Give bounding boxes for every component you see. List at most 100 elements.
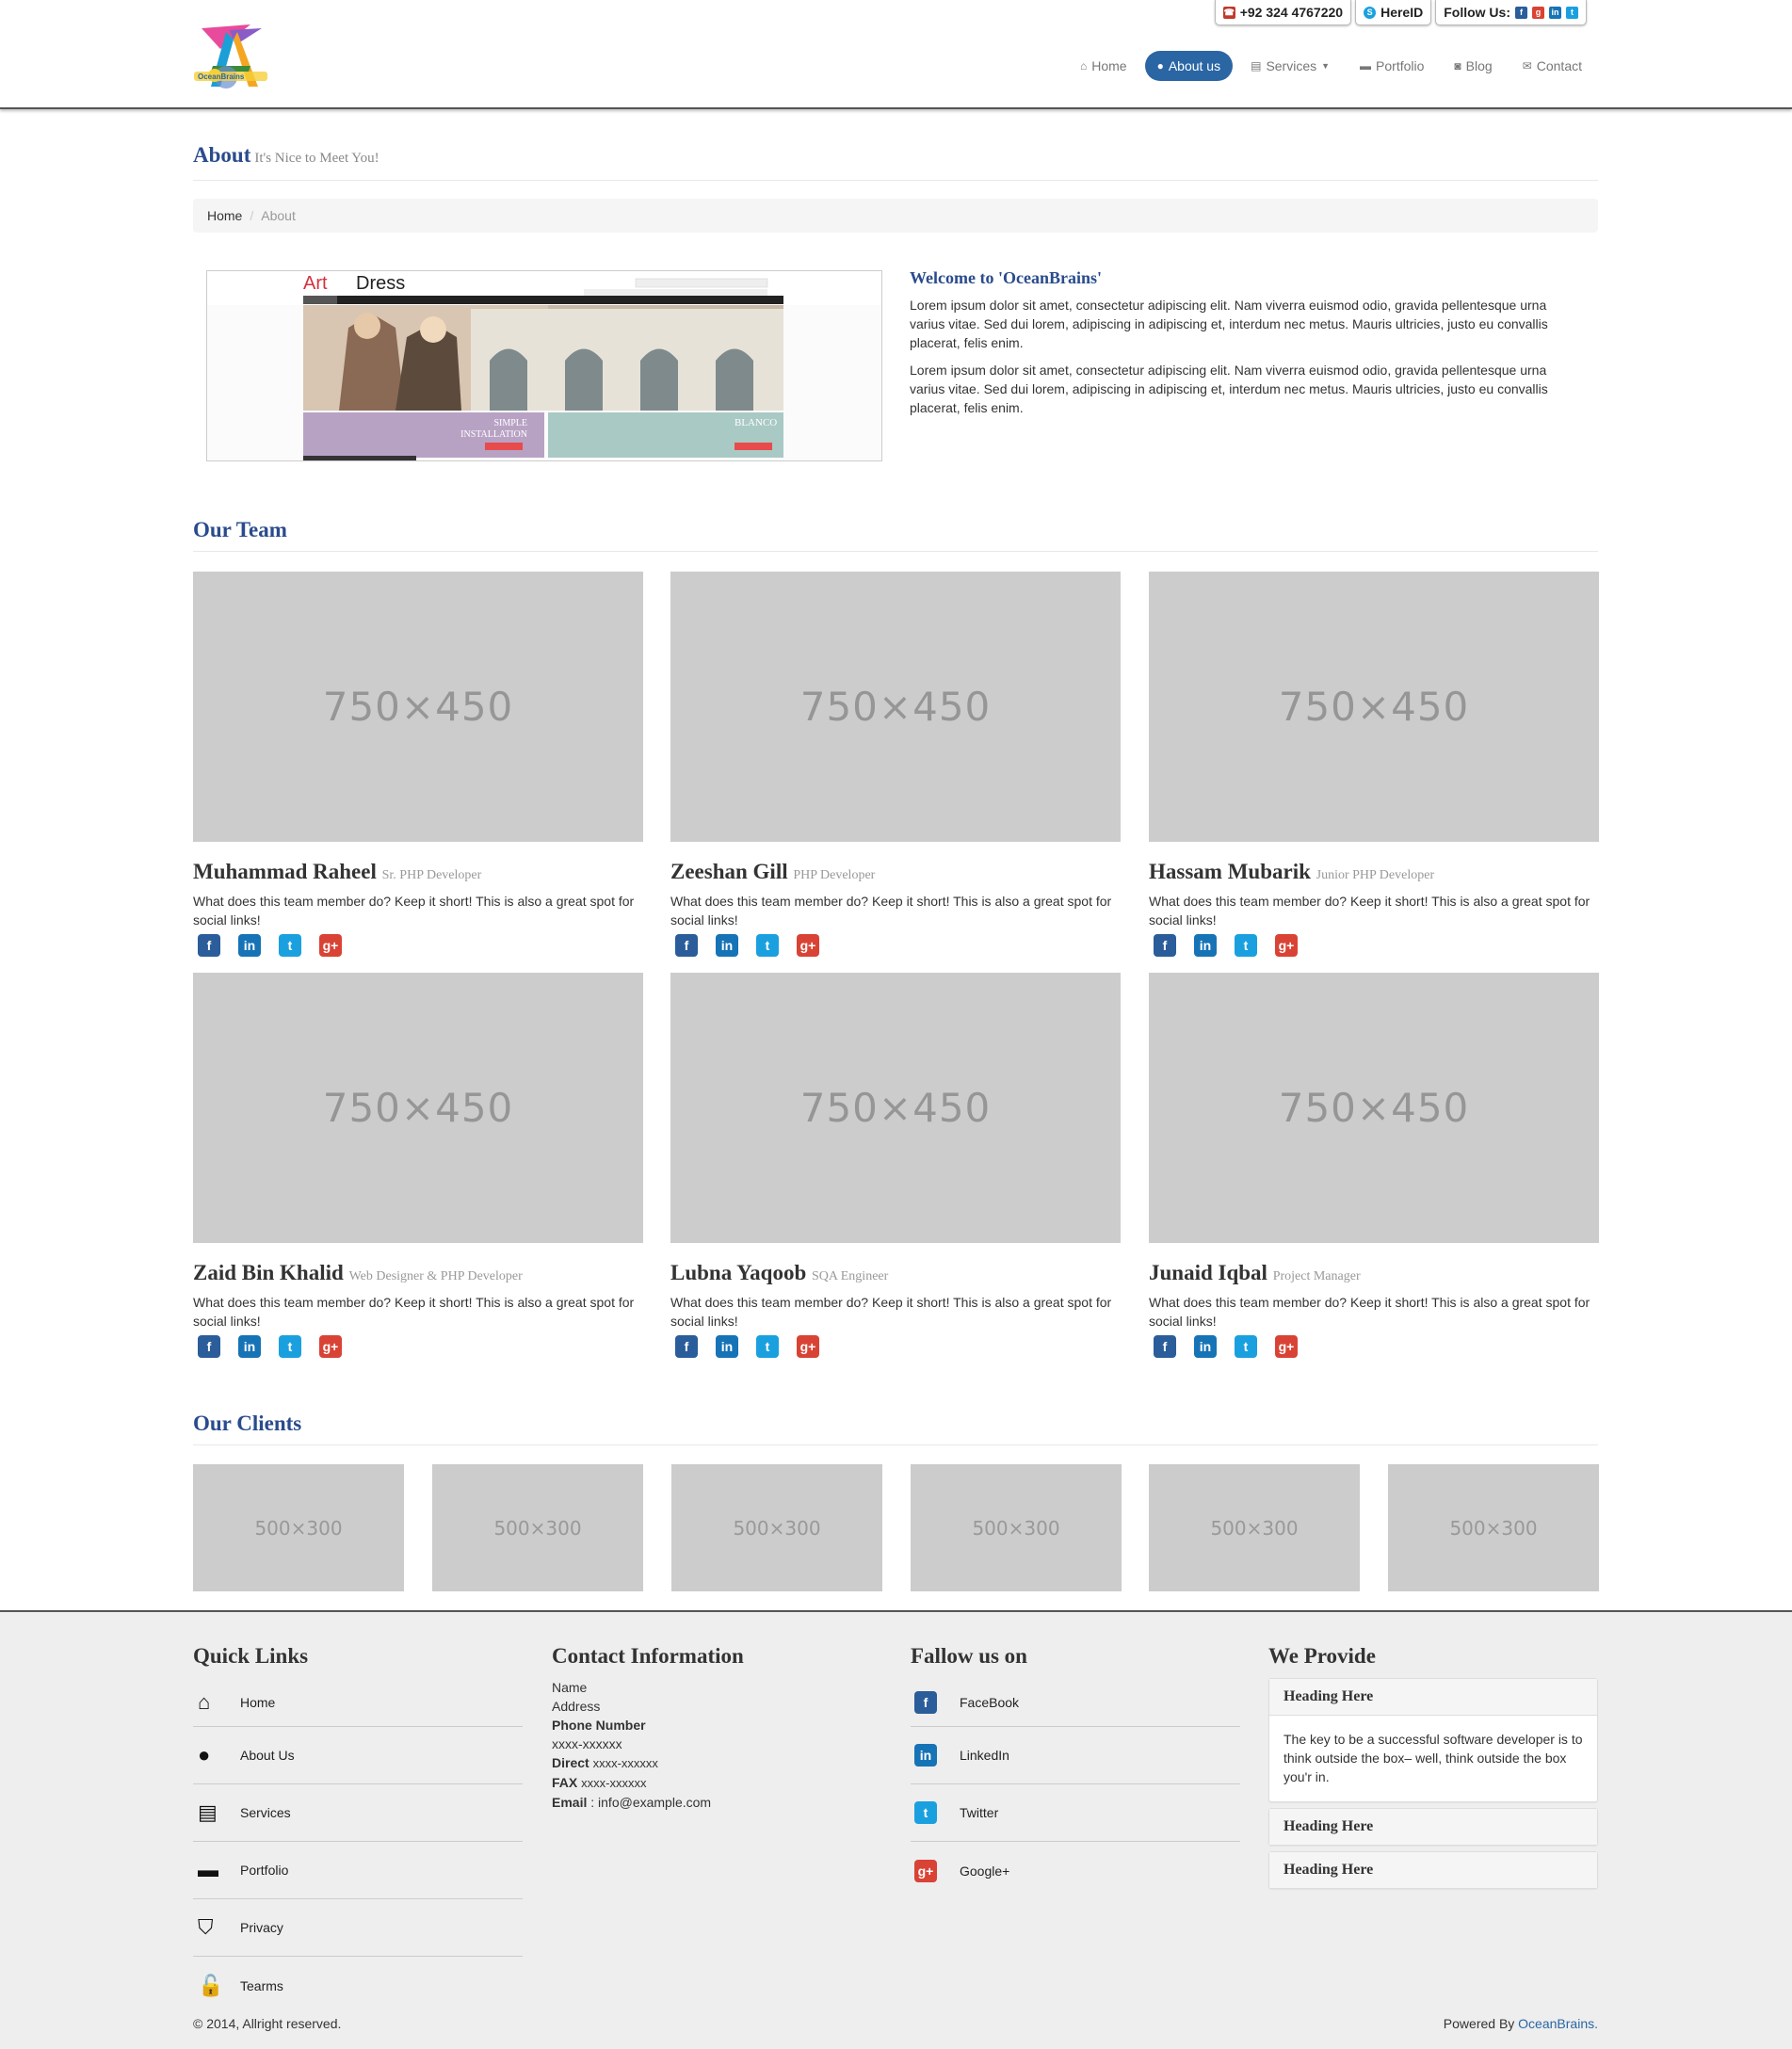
linkedin-icon[interactable]: in: [1549, 6, 1561, 19]
quick-link-portfolio[interactable]: ▬ Portfolio: [193, 1842, 523, 1899]
quick-link-label: Tearms: [240, 1977, 283, 1993]
client-logo[interactable]: 500×300: [432, 1464, 643, 1591]
facebook-icon[interactable]: f: [675, 934, 698, 957]
quick-link-tearms[interactable]: 🔓 Tearms: [193, 1957, 523, 2014]
team-member-social: f in t g+: [1149, 934, 1599, 957]
accordion-heading[interactable]: Heading Here: [1269, 1852, 1597, 1888]
page-subtitle: It's Nice to Meet You!: [254, 151, 379, 166]
client-logo[interactable]: 500×300: [1149, 1464, 1360, 1591]
nav-label: Home: [1091, 58, 1127, 73]
google-plus-icon[interactable]: g: [1532, 6, 1544, 19]
book-icon: ▤: [198, 1800, 218, 1824]
nav-about-us[interactable]: ● About us: [1144, 51, 1234, 81]
member-name: Hassam Mubarik: [1149, 860, 1311, 883]
twitter-icon[interactable]: t: [756, 934, 779, 957]
accordion-heading[interactable]: Heading Here: [1269, 1679, 1597, 1715]
quick-link-home[interactable]: ⌂ Home: [193, 1678, 523, 1727]
client-logo[interactable]: 500×300: [671, 1464, 882, 1591]
linkedin-icon[interactable]: in: [1194, 934, 1217, 957]
logo[interactable]: OceanBrains: [192, 21, 269, 100]
team-member-description: What does this team member do? Keep it s…: [670, 1295, 1112, 1329]
quick-link-label: Privacy: [240, 1920, 283, 1935]
accordion-heading[interactable]: Heading Here: [1269, 1809, 1597, 1845]
showcase-tag-installation: INSTALLATION: [460, 429, 527, 440]
team-member-photo: 750×450: [1149, 572, 1599, 842]
page-title: About: [193, 143, 251, 167]
nav-portfolio[interactable]: ▬ Portfolio: [1348, 51, 1436, 81]
home-icon: ⌂: [1079, 59, 1088, 73]
showcase-brand-dress: Dress: [356, 273, 405, 294]
linkedin-icon[interactable]: in: [716, 1335, 738, 1358]
twitter-icon[interactable]: t: [279, 934, 301, 957]
team-member-photo: 750×450: [670, 572, 1121, 842]
team-member-photo: 750×450: [193, 973, 643, 1243]
phone-tab[interactable]: ☎ +92 324 4767220: [1214, 0, 1352, 25]
google-plus-icon[interactable]: g+: [797, 1335, 819, 1358]
quick-link-label: Portfolio: [240, 1863, 289, 1878]
facebook-icon[interactable]: f: [198, 934, 220, 957]
nav-home[interactable]: ⌂ Home: [1068, 51, 1139, 81]
nav-label: Blog: [1465, 58, 1493, 73]
facebook-icon[interactable]: f: [1154, 934, 1176, 957]
powered-by: Powered By OceanBrains.: [1444, 2016, 1598, 2031]
linkedin-icon[interactable]: in: [238, 934, 261, 957]
follow-linkedin[interactable]: in LinkedIn: [911, 1727, 1240, 1784]
nav-services[interactable]: ▤ Services ▼: [1238, 51, 1342, 81]
team-member-photo: 750×450: [670, 973, 1121, 1243]
follow-google-plus[interactable]: g+ Google+: [911, 1842, 1240, 1899]
nav-blog[interactable]: ◙ Blog: [1442, 51, 1504, 81]
team-section-title: Our Team: [193, 518, 1598, 552]
client-logo[interactable]: 500×300: [193, 1464, 404, 1591]
follow-facebook[interactable]: f FaceBook: [911, 1678, 1240, 1727]
skype-id: HereID: [1380, 5, 1424, 20]
accordion-panel: Heading Here The key to be a successful …: [1268, 1678, 1598, 1802]
team-member-photo: 750×450: [1149, 973, 1599, 1243]
client-logo[interactable]: 500×300: [911, 1464, 1122, 1591]
phone-icon: ☎: [1222, 6, 1235, 19]
powered-link[interactable]: OceanBrains.: [1518, 2016, 1598, 2031]
breadcrumb-home[interactable]: Home: [207, 208, 242, 223]
footer-follow: Fallow us on f FaceBook in LinkedIn t Tw…: [911, 1644, 1240, 1899]
team-member-description: What does this team member do? Keep it s…: [193, 894, 635, 928]
linkedin-icon[interactable]: in: [1194, 1335, 1217, 1358]
quick-link-about-us[interactable]: ● About Us: [193, 1727, 523, 1784]
linkedin-icon[interactable]: in: [716, 934, 738, 957]
facebook-icon[interactable]: f: [198, 1335, 220, 1358]
quick-link-label: Home: [240, 1694, 276, 1710]
facebook-icon[interactable]: f: [1515, 6, 1527, 19]
follow-label: Google+: [960, 1863, 1010, 1879]
team-member-card: 750×450 Hassam Mubarik Junior PHP Develo…: [1149, 572, 1599, 957]
accordion-body: The key to be a successful software deve…: [1269, 1715, 1597, 1801]
team-member-photo: 750×450: [193, 572, 643, 842]
twitter-icon[interactable]: t: [1235, 934, 1257, 957]
team-member-card: 750×450 Junaid Iqbal Project Manager Wha…: [1149, 973, 1599, 1358]
google-plus-icon[interactable]: g+: [319, 934, 342, 957]
contact-name: Name: [552, 1680, 588, 1695]
client-logo[interactable]: 500×300: [1388, 1464, 1599, 1591]
twitter-icon[interactable]: t: [279, 1335, 301, 1358]
contact-phone-value: xxxx-xxxxxx: [552, 1736, 622, 1751]
twitter-icon[interactable]: t: [1235, 1335, 1257, 1358]
google-plus-icon[interactable]: g+: [319, 1335, 342, 1358]
google-plus-icon[interactable]: g+: [1275, 934, 1298, 957]
follow-twitter[interactable]: t Twitter: [911, 1784, 1240, 1842]
email-value[interactable]: : info@example.com: [587, 1795, 711, 1810]
nav-contact[interactable]: ✉ Contact: [1510, 51, 1594, 81]
twitter-icon[interactable]: t: [756, 1335, 779, 1358]
quick-link-services[interactable]: ▤ Services: [193, 1784, 523, 1842]
fax-label: FAX: [552, 1775, 578, 1790]
twitter-icon[interactable]: t: [1566, 6, 1578, 19]
quick-link-label: About Us: [240, 1748, 295, 1763]
quick-link-privacy[interactable]: ⛉ Privacy: [193, 1899, 523, 1957]
contact-phone-label: Phone Number: [552, 1716, 744, 1734]
follow-label: Twitter: [960, 1805, 999, 1820]
skype-tab[interactable]: S HereID: [1355, 0, 1432, 25]
facebook-icon[interactable]: f: [1154, 1335, 1176, 1358]
facebook-icon[interactable]: f: [675, 1335, 698, 1358]
quick-links-title: Quick Links: [193, 1644, 309, 1668]
google-plus-icon[interactable]: g+: [797, 934, 819, 957]
home-icon: ⌂: [198, 1689, 211, 1714]
team-member-social: f in t g+: [670, 934, 1121, 957]
google-plus-icon[interactable]: g+: [1275, 1335, 1298, 1358]
linkedin-icon[interactable]: in: [238, 1335, 261, 1358]
